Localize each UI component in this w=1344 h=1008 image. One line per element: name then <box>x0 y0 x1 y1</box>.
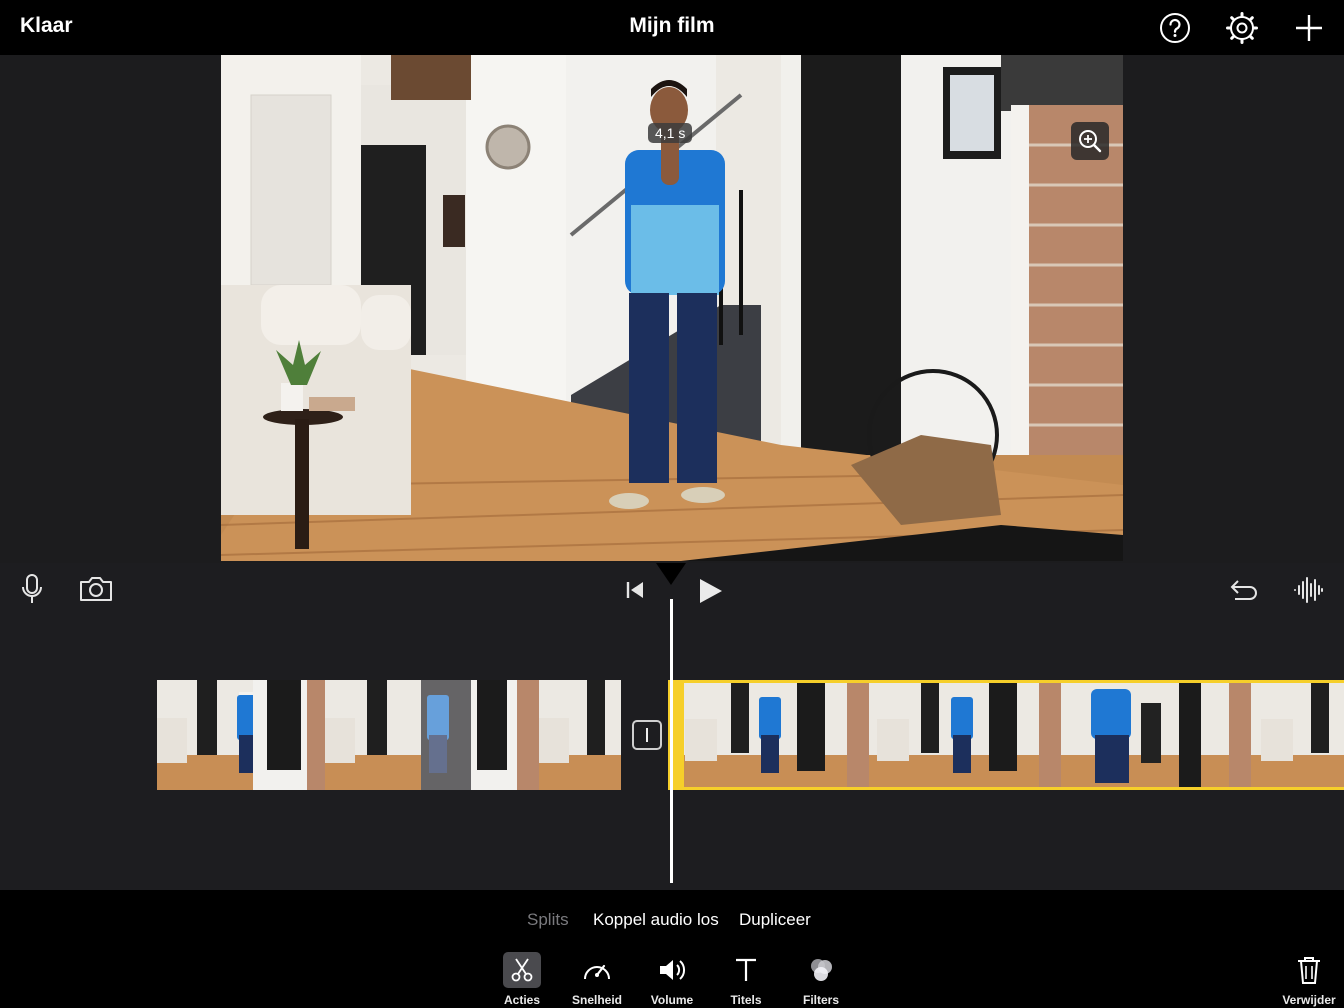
tool-filters[interactable]: Filters <box>786 952 856 1007</box>
tool-volume[interactable]: Volume <box>637 952 707 1007</box>
help-icon[interactable] <box>1159 12 1191 44</box>
detach-audio-action[interactable]: Koppel audio los <box>593 910 719 930</box>
tool-label: Acties <box>503 993 541 1007</box>
timeline[interactable] <box>0 563 1344 890</box>
clip-thumbnails <box>671 683 1344 787</box>
top-bar: Klaar Mijn film <box>0 0 1344 55</box>
tool-actions[interactable]: Acties <box>487 952 557 1007</box>
video-viewer: 4,1 s <box>0 55 1344 563</box>
tool-speed[interactable]: Snelheid <box>562 952 632 1007</box>
settings-icon[interactable] <box>1226 12 1258 44</box>
zoom-button[interactable] <box>1071 122 1109 160</box>
camera-icon[interactable] <box>78 575 114 603</box>
tool-label: Snelheid <box>571 993 622 1007</box>
trash-icon <box>1298 957 1320 984</box>
speedometer-icon <box>584 964 610 980</box>
clip-duration-badge: 4,1 s <box>648 123 693 143</box>
undo-icon[interactable] <box>1226 575 1258 605</box>
scissors-icon <box>511 958 533 982</box>
tool-titles[interactable]: Titels <box>711 952 781 1007</box>
microphone-icon[interactable] <box>20 573 44 605</box>
speaker-icon <box>660 960 686 980</box>
playhead-indicator <box>656 563 686 585</box>
transition-button[interactable] <box>632 720 662 750</box>
duplicate-action[interactable]: Dupliceer <box>739 910 811 930</box>
tool-label: Filters <box>802 993 839 1007</box>
bottom-toolbar: Splits Koppel audio los Dupliceer Acties… <box>0 890 1344 1008</box>
text-icon <box>736 958 756 981</box>
delete-label: Verwijder <box>1282 993 1336 1007</box>
tool-label: Volume <box>650 993 694 1007</box>
play-icon[interactable] <box>696 577 724 605</box>
video-clip[interactable] <box>157 680 621 790</box>
skip-to-start-icon[interactable] <box>624 579 646 601</box>
video-clip-selected[interactable] <box>668 680 1344 790</box>
zoom-in-icon <box>1079 130 1102 153</box>
project-title: Mijn film <box>629 14 715 37</box>
clip-thumbnails <box>157 680 621 790</box>
add-icon[interactable] <box>1293 12 1325 44</box>
audio-waveform-icon[interactable] <box>1292 575 1324 605</box>
filters-icon <box>811 959 832 981</box>
playhead[interactable] <box>670 599 673 883</box>
delete-button[interactable]: Verwijder <box>1276 952 1342 1007</box>
split-action: Splits <box>527 910 569 929</box>
tool-label: Titels <box>730 993 762 1007</box>
